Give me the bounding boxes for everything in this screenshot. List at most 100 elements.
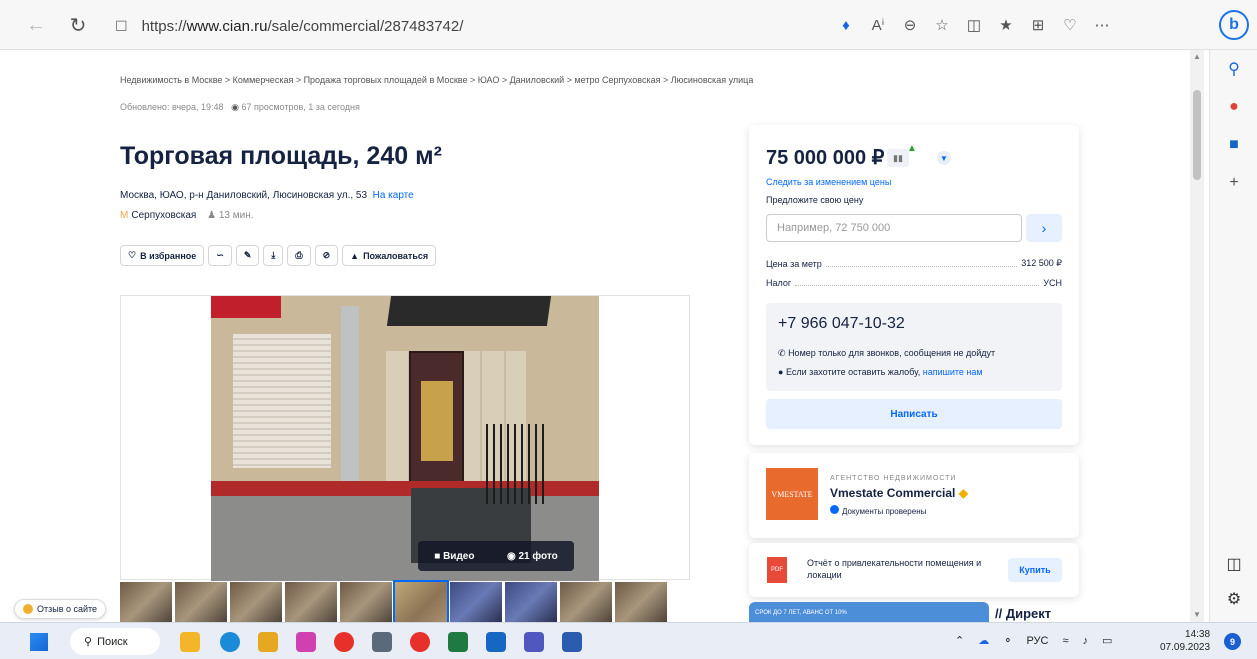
more-menu-icon[interactable]: ⋯ xyxy=(1086,10,1118,40)
clock[interactable]: 14:38 07.09.2023 xyxy=(1160,628,1210,654)
taskbar-search[interactable]: ⚲ Поиск xyxy=(70,628,160,655)
thumbnail[interactable] xyxy=(450,582,502,622)
photos-button[interactable]: ◉ 21 фото xyxy=(507,551,558,562)
windows-start-icon[interactable] xyxy=(30,633,48,651)
read-aloud-icon[interactable]: Aⁱ xyxy=(862,10,894,40)
yandex-browser-icon[interactable] xyxy=(334,632,354,652)
breadcrumb[interactable]: Недвижимость в Москве > Коммерческая > П… xyxy=(120,75,753,85)
buy-report-button[interactable]: Купить xyxy=(1008,558,1062,582)
metro-walk-time: 13 мин. xyxy=(218,210,254,221)
map-link[interactable]: На карте xyxy=(373,190,414,201)
follow-price-link[interactable]: Следить за изменением цены xyxy=(766,177,891,187)
agency-kind: АГЕНТСТВО НЕДВИЖИМОСТИ xyxy=(830,475,957,482)
direct-label: Директ xyxy=(1005,606,1052,621)
download-button[interactable]: ⤓ xyxy=(263,245,284,266)
thumbnail[interactable] xyxy=(285,582,337,622)
agency-name-row[interactable]: Vmestate Commercial ◆ xyxy=(830,486,968,500)
thumbnail[interactable] xyxy=(230,582,282,622)
ad-banner[interactable]: СРОК ДО 7 ЛЕТ, АВАНС ОТ 10% xyxy=(749,602,989,622)
phone-icon: ✆ xyxy=(778,348,786,358)
wifi-icon[interactable]: ≈ xyxy=(1062,635,1068,647)
page-scrollbar[interactable]: ▲ ▼ xyxy=(1190,50,1204,622)
reload-icon[interactable]: ↻ xyxy=(62,9,94,41)
note-button[interactable]: ✎ xyxy=(235,245,260,266)
pencil-icon: ✎ xyxy=(243,250,252,260)
thumbnail[interactable] xyxy=(615,582,667,622)
onedrive-cloud-icon[interactable]: ☁ xyxy=(978,634,989,647)
chevron-right-icon: › xyxy=(1041,220,1047,236)
zoom-icon[interactable]: ⊖ xyxy=(894,10,926,40)
photo-sign xyxy=(211,296,281,318)
chart-app-icon[interactable] xyxy=(258,632,278,652)
excel-icon[interactable] xyxy=(448,632,468,652)
scroll-up-icon[interactable]: ▲ xyxy=(1193,52,1201,61)
chevron-up-icon[interactable]: ⌃ xyxy=(955,634,964,647)
offer-price-input[interactable]: Например, 72 750 000 xyxy=(766,214,1022,242)
sidebar-toggle-icon[interactable]: ◫ xyxy=(1210,545,1257,583)
agency-logo[interactable]: VMESTATE xyxy=(766,468,818,520)
file-explorer-icon[interactable] xyxy=(180,632,200,652)
address-bar[interactable]: ☐ https://www.cian.ru/sale/commercial/28… xyxy=(115,10,815,42)
favorites-list-icon[interactable]: ★ xyxy=(990,10,1022,40)
metro-station[interactable]: Серпуховская xyxy=(131,210,196,221)
outlook-taskbar-icon[interactable] xyxy=(486,632,506,652)
write-button[interactable]: Написать xyxy=(766,399,1062,429)
health-icon[interactable]: ♡ xyxy=(1054,10,1086,40)
outlook-icon[interactable]: ■ xyxy=(1210,126,1257,164)
volume-icon[interactable]: ♪ xyxy=(1083,635,1089,647)
calculator-icon[interactable] xyxy=(372,632,392,652)
price-history-icon[interactable]: ▮▮ xyxy=(887,149,909,167)
scroll-thumb[interactable] xyxy=(1193,90,1201,180)
language-indicator[interactable]: РУС xyxy=(1026,635,1048,647)
notification-badge[interactable]: 9 xyxy=(1224,633,1241,650)
thumbnail[interactable] xyxy=(340,582,392,622)
word-icon[interactable] xyxy=(562,632,582,652)
settings-gear-icon[interactable]: ⚙ xyxy=(1210,580,1257,618)
tax-row: Налог УСН xyxy=(766,278,1062,288)
complain-button[interactable]: ▲ Пожаловаться xyxy=(342,245,437,266)
microphone-icon[interactable]: ⚬ xyxy=(1003,634,1012,647)
offer-submit-button[interactable]: › xyxy=(1026,214,1062,242)
yandex-direct-label[interactable]: // Директ xyxy=(995,606,1051,621)
yandex-icon[interactable] xyxy=(410,632,430,652)
complaint-link[interactable]: напишите нам xyxy=(923,367,983,377)
tax-value: УСН xyxy=(1043,278,1062,288)
teams-icon[interactable] xyxy=(524,632,544,652)
edge-browser-icon[interactable] xyxy=(220,632,240,652)
browser-toolbar: ← ↻ ☐ https://www.cian.ru/sale/commercia… xyxy=(0,0,1257,50)
camera-icon: ◉ xyxy=(506,550,516,562)
search-icon[interactable]: ⚲ xyxy=(1210,50,1257,88)
back-arrow-icon[interactable]: ← xyxy=(20,9,52,41)
bing-icon[interactable]: b xyxy=(1219,10,1249,40)
thumbnail[interactable] xyxy=(560,582,612,622)
agency-card[interactable]: VMESTATE АГЕНТСТВО НЕДВИЖИМОСТИ Vmestate… xyxy=(749,453,1079,538)
add-icon[interactable]: + xyxy=(1210,164,1257,202)
url-path: /sale/commercial/287483742/ xyxy=(267,17,464,35)
phone-note: ✆ Номер только для звонков, сообщения не… xyxy=(778,348,995,359)
verified-check-icon xyxy=(830,505,839,514)
paint-app-icon[interactable] xyxy=(296,632,316,652)
listing-actions: ♡ В избранное ∽ ✎ ⤓ ⎙ ⊘ ▲ Пожаловаться xyxy=(120,245,437,266)
clock-date: 07.09.2023 xyxy=(1160,642,1211,653)
favorite-button[interactable]: ♡ В избранное xyxy=(120,245,205,266)
split-screen-icon[interactable]: ◫ xyxy=(958,10,990,40)
video-button[interactable]: ■ Видео xyxy=(434,551,474,562)
battery-icon[interactable]: ▭ xyxy=(1102,634,1112,647)
thumbnail-active[interactable] xyxy=(393,580,449,622)
thumbnail[interactable] xyxy=(505,582,557,622)
shopping-icon[interactable]: ● xyxy=(1210,88,1257,126)
hide-button[interactable]: ⊘ xyxy=(314,245,339,266)
phone-number[interactable]: +7 966 047-10-32 xyxy=(778,315,905,333)
collections-icon[interactable]: ⊞ xyxy=(1022,10,1054,40)
thumbnail[interactable] xyxy=(175,582,227,622)
scroll-down-icon[interactable]: ▼ xyxy=(1193,610,1201,619)
thumbnail[interactable] xyxy=(120,582,172,622)
favorite-star-icon[interactable]: ☆ xyxy=(926,10,958,40)
main-photo[interactable]: ■ Видео ◉ 21 фото xyxy=(211,296,599,581)
photo-gallery[interactable]: ■ Видео ◉ 21 фото xyxy=(120,295,690,581)
tag-icon[interactable]: ♦ xyxy=(830,10,862,40)
share-button[interactable]: ∽ xyxy=(208,245,232,266)
print-button[interactable]: ⎙ xyxy=(287,245,311,266)
chevron-down-icon[interactable]: ▼ xyxy=(937,151,951,165)
site-feedback-button[interactable]: Отзыв о сайте xyxy=(14,599,107,619)
